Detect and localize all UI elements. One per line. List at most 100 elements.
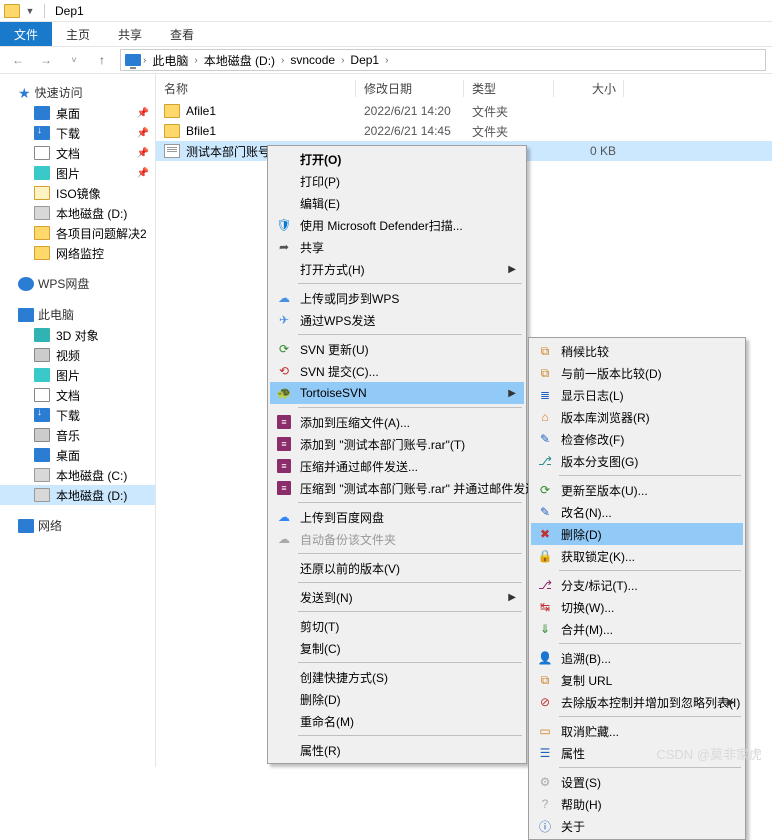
pc-icon [18, 308, 34, 322]
tab-share[interactable]: 共享 [104, 22, 156, 46]
menu-edit[interactable]: 编辑(E) [270, 192, 524, 214]
tab-file[interactable]: 文件 [0, 22, 52, 46]
back-button[interactable]: ← [6, 49, 30, 71]
rename-icon: ✎ [537, 504, 553, 520]
menu-print[interactable]: 打印(P) [270, 170, 524, 192]
ribbon: 文件 主页 共享 查看 [0, 22, 772, 46]
menu-open[interactable]: 打开(O) [270, 148, 524, 170]
menu-settings[interactable]: ⚙设置(S) [531, 771, 743, 793]
menu-svn-rename[interactable]: ✎改名(N)... [531, 501, 743, 523]
tab-view[interactable]: 查看 [156, 22, 208, 46]
baidu-icon: ☁ [276, 509, 292, 525]
chevron-right-icon[interactable]: › [143, 55, 146, 66]
menu-separator [559, 716, 741, 717]
sidebar-item-downloads[interactable]: 下载📌 [0, 123, 155, 143]
menu-branch-tag[interactable]: ⎇分支/标记(T)... [531, 574, 743, 596]
chevron-right-icon[interactable]: › [281, 55, 284, 66]
menu-show-log[interactable]: ≣显示日志(L) [531, 384, 743, 406]
menu-compress-named-send[interactable]: ≡压缩到 "测试本部门账号.rar" 并通过邮件发送 [270, 477, 524, 499]
sidebar-item-pc-downloads[interactable]: 下载 [0, 405, 155, 425]
menu-revision-graph[interactable]: ⎇版本分支图(G) [531, 450, 743, 472]
tab-home[interactable]: 主页 [52, 22, 104, 46]
menu-upload-wps[interactable]: ☁上传或同步到WPS [270, 287, 524, 309]
sidebar-item-pc-pictures[interactable]: 图片 [0, 365, 155, 385]
up-button[interactable]: ↑ [90, 49, 114, 71]
menu-add-archive[interactable]: ≡添加到压缩文件(A)... [270, 411, 524, 433]
sidebar-item-iso[interactable]: ISO镜像 [0, 183, 155, 203]
menu-compress-send[interactable]: ≡压缩并通过邮件发送... [270, 455, 524, 477]
menu-merge[interactable]: ⇓合并(M)... [531, 618, 743, 640]
sidebar-item-3d[interactable]: 3D 对象 [0, 325, 155, 345]
menu-svn-update[interactable]: ⟳SVN 更新(U) [270, 338, 524, 360]
chevron-right-icon[interactable]: › [341, 55, 344, 66]
menu-update-to-rev[interactable]: ⟳更新至版本(U)... [531, 479, 743, 501]
file-row[interactable]: Afile1 2022/6/21 14:20 文件夹 [156, 101, 772, 121]
titlebar-down-icon[interactable]: ▼ [22, 3, 38, 19]
crumb-drive[interactable]: 本地磁盘 (D:) [200, 51, 279, 70]
sidebar-item-desktop[interactable]: 桌面📌 [0, 103, 155, 123]
menu-repo-browser[interactable]: ⌂版本库浏览器(R) [531, 406, 743, 428]
col-date[interactable]: 修改日期 [356, 78, 464, 99]
sidebar-this-pc[interactable]: 此电脑 [0, 304, 155, 325]
col-name[interactable]: 名称 [156, 78, 356, 99]
chevron-right-icon[interactable]: › [385, 55, 388, 66]
chevron-right-icon[interactable]: › [194, 55, 197, 66]
sidebar-item-netmon[interactable]: 网络监控 [0, 243, 155, 263]
menu-svn-commit[interactable]: ⟲SVN 提交(C)... [270, 360, 524, 382]
menu-send-to[interactable]: 发送到(N)▶ [270, 586, 524, 608]
sidebar-item-pictures[interactable]: 图片📌 [0, 163, 155, 183]
menu-label: 添加到 "测试本部门账号.rar"(T) [300, 436, 465, 453]
sidebar-wps[interactable]: WPS网盘 [0, 273, 155, 294]
menu-get-lock[interactable]: 🔒获取锁定(K)... [531, 545, 743, 567]
file-row[interactable]: Bfile1 2022/6/21 14:45 文件夹 [156, 121, 772, 141]
sidebar-item-pc-desktop[interactable]: 桌面 [0, 445, 155, 465]
col-size[interactable]: 大小 [554, 78, 624, 99]
menu-open-with[interactable]: 打开方式(H)▶ [270, 258, 524, 280]
info-icon: ⓘ [537, 818, 553, 834]
menu-blame[interactable]: 👤追溯(B)... [531, 647, 743, 669]
menu-share[interactable]: ➦共享 [270, 236, 524, 258]
menu-add-archive-named[interactable]: ≡添加到 "测试本部门账号.rar"(T) [270, 433, 524, 455]
menu-unversion-ignore[interactable]: ⊘去除版本控制并增加到忽略列表(I)▶ [531, 691, 743, 713]
menu-svn-delete[interactable]: ✖删除(D) [531, 523, 743, 545]
menu-separator [298, 735, 522, 736]
menu-switch[interactable]: ↹切换(W)... [531, 596, 743, 618]
sidebar-network[interactable]: 网络 [0, 515, 155, 536]
sidebar-item-drive-c[interactable]: 本地磁盘 (C:) [0, 465, 155, 485]
menu-delete[interactable]: 删除(D) [270, 688, 524, 710]
menu-copy-url[interactable]: ⧉复制 URL [531, 669, 743, 691]
col-type[interactable]: 类型 [464, 78, 554, 99]
menu-send-wps[interactable]: ✈通过WPS发送 [270, 309, 524, 331]
sidebar-item-documents[interactable]: 文档📌 [0, 143, 155, 163]
menu-upload-baidu[interactable]: ☁上传到百度网盘 [270, 506, 524, 528]
menu-cut[interactable]: 剪切(T) [270, 615, 524, 637]
menu-diff-prev[interactable]: ⧉与前一版本比较(D) [531, 362, 743, 384]
menu-svn-properties[interactable]: ☰属性 [531, 742, 743, 764]
sidebar-item-pc-documents[interactable]: 文档 [0, 385, 155, 405]
sidebar-item-label: 本地磁盘 (D:) [56, 487, 127, 504]
menu-about[interactable]: ⓘ关于 [531, 815, 743, 837]
crumb-dep1[interactable]: Dep1 [346, 52, 383, 68]
sidebar-item-videos[interactable]: 视频 [0, 345, 155, 365]
menu-diff-later[interactable]: ⧉稍候比较 [531, 340, 743, 362]
crumb-svncode[interactable]: svncode [286, 52, 339, 68]
menu-defender[interactable]: 🛡使用 Microsoft Defender扫描... [270, 214, 524, 236]
menu-check-modifications[interactable]: ✎检查修改(F) [531, 428, 743, 450]
menu-tortoisesvn[interactable]: 🐢TortoiseSVN▶ [270, 382, 524, 404]
sidebar-item-drive-d[interactable]: 本地磁盘 (D:) [0, 485, 155, 505]
menu-copy[interactable]: 复制(C) [270, 637, 524, 659]
menu-help[interactable]: ?帮助(H) [531, 793, 743, 815]
sidebar-item-drive-d[interactable]: 本地磁盘 (D:) [0, 203, 155, 223]
menu-create-shortcut[interactable]: 创建快捷方式(S) [270, 666, 524, 688]
menu-properties[interactable]: 属性(R) [270, 739, 524, 761]
sidebar-item-music[interactable]: 音乐 [0, 425, 155, 445]
recent-dropdown[interactable]: ˅ [62, 49, 86, 71]
crumb-this-pc[interactable]: 此电脑 [148, 51, 192, 70]
menu-restore-version[interactable]: 还原以前的版本(V) [270, 557, 524, 579]
menu-label: 共享 [300, 239, 324, 256]
menu-rename[interactable]: 重命名(M) [270, 710, 524, 732]
sidebar-item-issues[interactable]: 各项目问题解决2 [0, 223, 155, 243]
breadcrumb[interactable]: › 此电脑 › 本地磁盘 (D:) › svncode › Dep1 › [120, 49, 766, 71]
menu-unshelve[interactable]: ▭取消贮藏... [531, 720, 743, 742]
sidebar-quick-access[interactable]: ★快速访问 [0, 82, 155, 103]
